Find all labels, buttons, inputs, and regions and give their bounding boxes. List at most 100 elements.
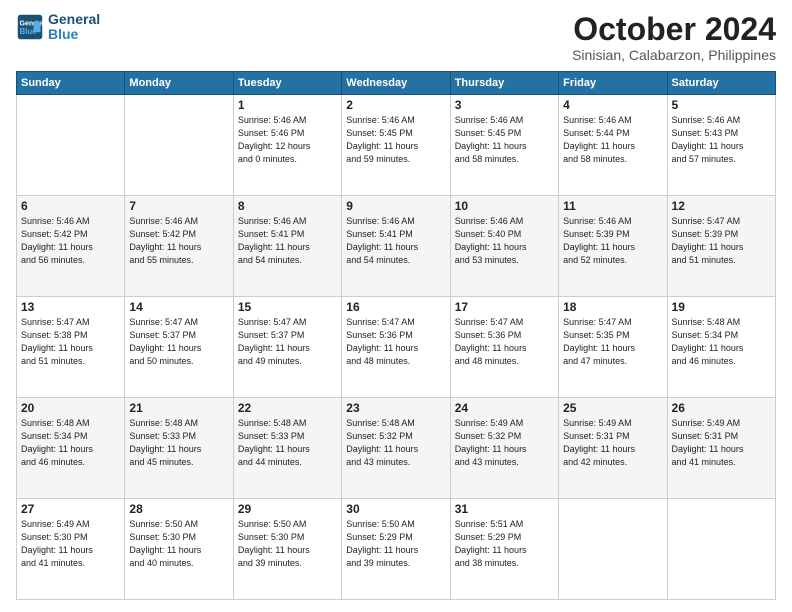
day-number: 15 (238, 300, 337, 314)
table-row: 28 Sunrise: 5:50 AM Sunset: 5:30 PM Dayli… (125, 499, 233, 600)
day-info: Sunrise: 5:50 AM Sunset: 5:29 PM Dayligh… (346, 518, 445, 570)
day-number: 16 (346, 300, 445, 314)
table-row: 30 Sunrise: 5:50 AM Sunset: 5:29 PM Dayli… (342, 499, 450, 600)
day-info: Sunrise: 5:50 AM Sunset: 5:30 PM Dayligh… (238, 518, 337, 570)
table-row: 12Sunrise: 5:47 AM Sunset: 5:39 PM Dayli… (667, 196, 775, 297)
day-info: Sunrise: 5:48 AM Sunset: 5:33 PM Dayligh… (238, 417, 337, 469)
day-info: Sunrise: 5:47 AM Sunset: 5:35 PM Dayligh… (563, 316, 662, 368)
day-info: Sunrise: 5:51 AM Sunset: 5:29 PM Dayligh… (455, 518, 554, 570)
day-info: Sunrise: 5:47 AM Sunset: 5:36 PM Dayligh… (455, 316, 554, 368)
day-number: 29 (238, 502, 337, 516)
table-row (667, 499, 775, 600)
day-number: 1 (238, 98, 337, 112)
day-number: 3 (455, 98, 554, 112)
table-row: 3Sunrise: 5:46 AM Sunset: 5:45 PM Daylig… (450, 95, 558, 196)
day-info: Sunrise: 5:48 AM Sunset: 5:33 PM Dayligh… (129, 417, 228, 469)
table-row (559, 499, 667, 600)
day-info: Sunrise: 5:46 AM Sunset: 5:43 PM Dayligh… (672, 114, 771, 166)
day-info: Sunrise: 5:50 AM Sunset: 5:30 PM Dayligh… (129, 518, 228, 570)
table-row: 7 Sunrise: 5:46 AM Sunset: 5:42 PM Daylig… (125, 196, 233, 297)
day-info: Sunrise: 5:47 AM Sunset: 5:36 PM Dayligh… (346, 316, 445, 368)
day-info: Sunrise: 5:48 AM Sunset: 5:34 PM Dayligh… (21, 417, 120, 469)
day-number: 17 (455, 300, 554, 314)
table-row: 6 Sunrise: 5:46 AM Sunset: 5:42 PM Daylig… (17, 196, 125, 297)
table-row: 23 Sunrise: 5:48 AM Sunset: 5:32 PM Dayli… (342, 398, 450, 499)
table-row: 31 Sunrise: 5:51 AM Sunset: 5:29 PM Dayli… (450, 499, 558, 600)
day-info: Sunrise: 5:47 AM Sunset: 5:38 PM Dayligh… (21, 316, 120, 368)
calendar-table: Sunday Monday Tuesday Wednesday Thursday… (16, 71, 776, 600)
table-row: 10 Sunrise: 5:46 AM Sunset: 5:40 PM Dayli… (450, 196, 558, 297)
logo: General Blue General Blue (16, 12, 100, 43)
table-row: 2Sunrise: 5:46 AM Sunset: 5:45 PM Daylig… (342, 95, 450, 196)
day-number: 8 (238, 199, 337, 213)
col-saturday: Saturday (667, 72, 775, 95)
day-info: Sunrise: 5:46 AM Sunset: 5:41 PM Dayligh… (238, 215, 337, 267)
day-info: Sunrise: 5:49 AM Sunset: 5:32 PM Dayligh… (455, 417, 554, 469)
table-row: 1Sunrise: 5:46 AM Sunset: 5:46 PM Daylig… (233, 95, 341, 196)
table-row: 5 Sunrise: 5:46 AM Sunset: 5:43 PM Daylig… (667, 95, 775, 196)
day-number: 22 (238, 401, 337, 415)
day-info: Sunrise: 5:46 AM Sunset: 5:44 PM Dayligh… (563, 114, 662, 166)
day-info: Sunrise: 5:47 AM Sunset: 5:39 PM Dayligh… (672, 215, 771, 267)
day-number: 18 (563, 300, 662, 314)
day-number: 6 (21, 199, 120, 213)
day-info: Sunrise: 5:46 AM Sunset: 5:39 PM Dayligh… (563, 215, 662, 267)
calendar-week-row: 20 Sunrise: 5:48 AM Sunset: 5:34 PM Dayli… (17, 398, 776, 499)
day-number: 23 (346, 401, 445, 415)
col-sunday: Sunday (17, 72, 125, 95)
calendar-header-row: Sunday Monday Tuesday Wednesday Thursday… (17, 72, 776, 95)
logo-icon: General Blue (16, 13, 44, 41)
table-row: 11 Sunrise: 5:46 AM Sunset: 5:39 PM Dayli… (559, 196, 667, 297)
day-info: Sunrise: 5:48 AM Sunset: 5:32 PM Dayligh… (346, 417, 445, 469)
table-row: 14 Sunrise: 5:47 AM Sunset: 5:37 PM Dayli… (125, 297, 233, 398)
table-row: 22 Sunrise: 5:48 AM Sunset: 5:33 PM Dayli… (233, 398, 341, 499)
subtitle: Sinisian, Calabarzon, Philippines (572, 47, 776, 63)
calendar-week-row: 13 Sunrise: 5:47 AM Sunset: 5:38 PM Dayli… (17, 297, 776, 398)
day-number: 13 (21, 300, 120, 314)
day-info: Sunrise: 5:46 AM Sunset: 5:40 PM Dayligh… (455, 215, 554, 267)
month-title: October 2024 (572, 12, 776, 47)
day-info: Sunrise: 5:46 AM Sunset: 5:42 PM Dayligh… (129, 215, 228, 267)
table-row: 19Sunrise: 5:48 AM Sunset: 5:34 PM Dayli… (667, 297, 775, 398)
day-info: Sunrise: 5:49 AM Sunset: 5:31 PM Dayligh… (672, 417, 771, 469)
table-row: 8 Sunrise: 5:46 AM Sunset: 5:41 PM Daylig… (233, 196, 341, 297)
header: General Blue General Blue October 2024 S… (16, 12, 776, 63)
table-row: 24Sunrise: 5:49 AM Sunset: 5:32 PM Dayli… (450, 398, 558, 499)
table-row: 21Sunrise: 5:48 AM Sunset: 5:33 PM Dayli… (125, 398, 233, 499)
col-tuesday: Tuesday (233, 72, 341, 95)
day-number: 28 (129, 502, 228, 516)
table-row: 18 Sunrise: 5:47 AM Sunset: 5:35 PM Dayli… (559, 297, 667, 398)
day-number: 31 (455, 502, 554, 516)
table-row (125, 95, 233, 196)
table-row (17, 95, 125, 196)
day-number: 10 (455, 199, 554, 213)
day-info: Sunrise: 5:47 AM Sunset: 5:37 PM Dayligh… (238, 316, 337, 368)
day-number: 20 (21, 401, 120, 415)
calendar-week-row: 27Sunrise: 5:49 AM Sunset: 5:30 PM Dayli… (17, 499, 776, 600)
table-row: 20 Sunrise: 5:48 AM Sunset: 5:34 PM Dayli… (17, 398, 125, 499)
table-row: 25 Sunrise: 5:49 AM Sunset: 5:31 PM Dayli… (559, 398, 667, 499)
day-info: Sunrise: 5:47 AM Sunset: 5:37 PM Dayligh… (129, 316, 228, 368)
table-row: 29 Sunrise: 5:50 AM Sunset: 5:30 PM Dayli… (233, 499, 341, 600)
day-number: 7 (129, 199, 228, 213)
day-info: Sunrise: 5:49 AM Sunset: 5:31 PM Dayligh… (563, 417, 662, 469)
table-row: 4 Sunrise: 5:46 AM Sunset: 5:44 PM Daylig… (559, 95, 667, 196)
day-number: 4 (563, 98, 662, 112)
day-number: 25 (563, 401, 662, 415)
table-row: 15 Sunrise: 5:47 AM Sunset: 5:37 PM Dayli… (233, 297, 341, 398)
title-block: October 2024 Sinisian, Calabarzon, Phili… (572, 12, 776, 63)
day-info: Sunrise: 5:46 AM Sunset: 5:41 PM Dayligh… (346, 215, 445, 267)
table-row: 13 Sunrise: 5:47 AM Sunset: 5:38 PM Dayli… (17, 297, 125, 398)
page: General Blue General Blue October 2024 S… (0, 0, 792, 612)
day-info: Sunrise: 5:48 AM Sunset: 5:34 PM Dayligh… (672, 316, 771, 368)
day-info: Sunrise: 5:49 AM Sunset: 5:30 PM Dayligh… (21, 518, 120, 570)
day-info: Sunrise: 5:46 AM Sunset: 5:42 PM Dayligh… (21, 215, 120, 267)
col-monday: Monday (125, 72, 233, 95)
day-number: 30 (346, 502, 445, 516)
table-row: 16 Sunrise: 5:47 AM Sunset: 5:36 PM Dayli… (342, 297, 450, 398)
day-number: 11 (563, 199, 662, 213)
col-wednesday: Wednesday (342, 72, 450, 95)
col-friday: Friday (559, 72, 667, 95)
day-number: 14 (129, 300, 228, 314)
day-number: 5 (672, 98, 771, 112)
